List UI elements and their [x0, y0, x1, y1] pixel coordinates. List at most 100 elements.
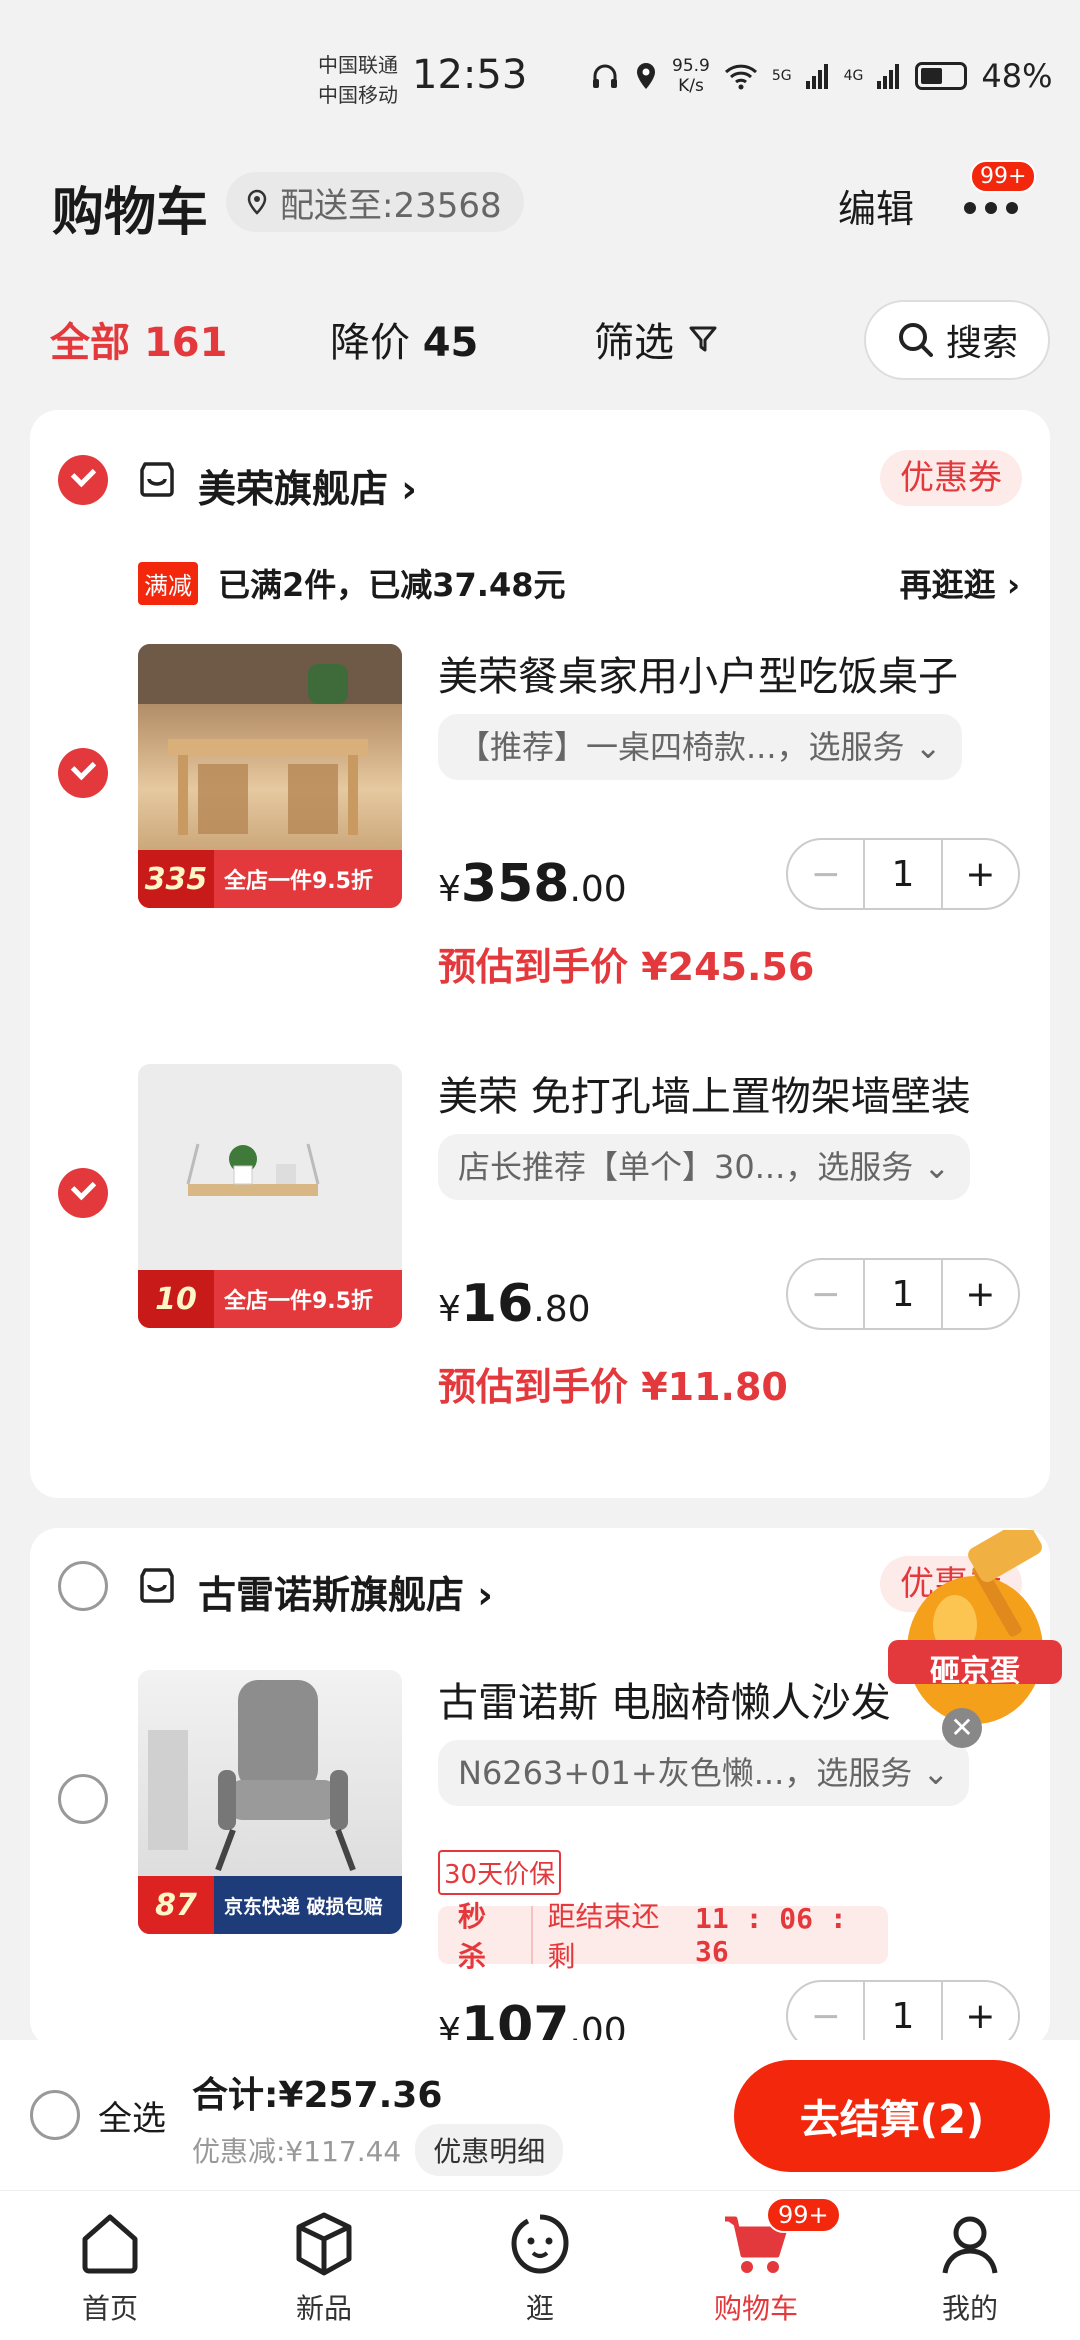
carrier-labels: 中国联通 中国移动: [318, 50, 398, 110]
cart-item: 10 全店一件9.5折 美荣 免打孔墙上置物架墙壁装 店长推荐【单个】30...…: [30, 1064, 1050, 1454]
promo-strip: 335 全店一件9.5折: [138, 850, 402, 908]
product-title[interactable]: 美荣 免打孔墙上置物架墙壁装: [438, 1064, 1028, 1122]
estimated-price: 预估到手价 ¥245.56: [438, 945, 815, 989]
delivery-address: 配送至:23568: [280, 185, 502, 226]
discount-amount: 优惠减:¥117.44: [192, 2135, 402, 2168]
tab-explore[interactable]: 逛: [470, 2209, 610, 2339]
filter-button[interactable]: 筛选: [594, 310, 718, 368]
status-bar: 中国联通 中国移动 12:53 95.9 K/s 5G 4G 48%: [0, 0, 1080, 150]
home-icon: [82, 2214, 138, 2274]
seckill-remaining-label: 距结束还剩: [547, 1900, 660, 1973]
promo-text: 已满2件，已减37.48元: [218, 566, 566, 604]
tab-price-drop[interactable]: 降价 45: [330, 310, 478, 368]
select-all-label: 全选: [98, 2098, 166, 2139]
checkout-button[interactable]: 去结算(2): [734, 2060, 1050, 2172]
coupon-button[interactable]: 优惠券: [880, 450, 1022, 506]
headphones-icon: [593, 64, 617, 88]
quantity-stepper: − 1 +: [786, 1258, 1020, 1330]
box-icon: [296, 2212, 352, 2276]
decrease-button[interactable]: −: [788, 1982, 863, 2048]
smash-egg-label: 砸京蛋: [930, 1654, 1020, 1689]
tab-all[interactable]: 全部 161: [50, 310, 227, 368]
promo-strip: 10 全店一件9.5折: [138, 1270, 402, 1328]
net-speed: 95.9 K/s: [672, 56, 710, 96]
status-icons: 95.9 K/s 5G 4G 48%: [590, 56, 1053, 96]
close-icon[interactable]: ✕: [942, 1708, 982, 1748]
spec-selector[interactable]: N6263+01+灰色懒...，选服务 ⌄: [438, 1740, 970, 1806]
increase-button[interactable]: +: [943, 840, 1018, 908]
store-checkbox[interactable]: [58, 1561, 108, 1611]
price-protect-badge: 30天价保: [438, 1850, 562, 1895]
estimated-price: 预估到手价 ¥11.80: [438, 1365, 788, 1409]
search-icon: [898, 323, 933, 357]
smash-egg-widget[interactable]: 砸京蛋 ✕: [880, 1530, 1070, 1748]
wall-shelf-image: [186, 1143, 320, 1196]
store-icon: [140, 1568, 174, 1603]
decrease-button[interactable]: −: [788, 840, 863, 908]
seckill-countdown: 11 : 06 : 36: [695, 1902, 847, 1968]
item-checkbox[interactable]: [58, 748, 108, 798]
signal-icon: [805, 64, 828, 89]
cart-count-badge: 99+: [766, 2197, 841, 2233]
filter-bar: 全部 161 降价 45 筛选 搜索: [0, 300, 1080, 380]
store-name-link[interactable]: 美荣旗舰店 ›: [198, 458, 417, 513]
spec-selector[interactable]: 店长推荐【单个】30...，选服务 ⌄: [438, 1134, 971, 1200]
more-dot-icon: [964, 202, 976, 214]
seckill-banner: 秒杀 距结束还剩 11 : 06 : 36: [438, 1900, 888, 1973]
more-dot-icon: [985, 202, 997, 214]
promo-strip: 87 京东快递 破损包赔: [138, 1876, 402, 1934]
store-checkbox[interactable]: [58, 455, 108, 505]
quantity-stepper: − 1 +: [786, 1980, 1020, 2048]
net-type-2: 4G: [843, 68, 864, 84]
cart-item: 335 全店一件9.5折 美荣餐桌家用小户型吃饭桌子 【推荐】一桌四椅款...，…: [30, 644, 1050, 1034]
clock: 12:53: [412, 52, 528, 98]
wifi-icon: [724, 64, 757, 90]
search-button[interactable]: 搜索: [864, 300, 1050, 380]
discount-detail-button[interactable]: 优惠明细: [415, 2124, 564, 2176]
seckill-label: 秒杀: [438, 1900, 534, 1973]
quantity-stepper: − 1 +: [786, 838, 1020, 910]
hammer-egg-icon: [888, 1530, 1062, 1724]
increase-button[interactable]: +: [943, 1982, 1018, 2048]
total-amount: 合计:¥257.36: [192, 2075, 443, 2116]
product-title[interactable]: 美荣餐桌家用小户型吃饭桌子: [438, 644, 1028, 702]
promo-tag: 满减: [138, 561, 198, 605]
decrease-button[interactable]: −: [788, 1260, 863, 1328]
discount-row: 优惠减:¥117.44 优惠明细: [192, 2124, 564, 2176]
signal-icon: [877, 64, 900, 89]
bottom-tab-bar: 首页 新品 逛 购物车 99+ 我的: [0, 2190, 1080, 2340]
net-type-1: 5G: [771, 68, 792, 84]
battery-icon: [915, 62, 968, 90]
quantity-value[interactable]: 1: [863, 1260, 943, 1328]
product-image[interactable]: 10 全店一件9.5折: [138, 1064, 402, 1328]
spec-selector[interactable]: 【推荐】一桌四椅款...，选服务 ⌄: [438, 714, 962, 780]
quantity-value[interactable]: 1: [863, 1982, 943, 2048]
carrier-1: 中国联通: [318, 53, 398, 77]
item-price: ¥358.00: [438, 854, 627, 914]
store-card: 美荣旗舰店 › 优惠券 满减 已满2件，已减37.48元 再逛逛 › 335 全…: [30, 410, 1050, 1498]
item-checkbox[interactable]: [58, 1168, 108, 1218]
item-checkbox[interactable]: [58, 1774, 108, 1824]
store-header: 美荣旗舰店 › 优惠券: [30, 450, 1050, 513]
carrier-2: 中国移动: [318, 83, 398, 107]
chair-image: [148, 1680, 356, 1872]
increase-button[interactable]: +: [943, 1260, 1018, 1328]
tab-home[interactable]: 首页: [40, 2209, 180, 2339]
store-name-link[interactable]: 古雷诺斯旗舰店 ›: [198, 1564, 493, 1619]
location-pin-icon: [247, 189, 267, 215]
delivery-address-button[interactable]: 配送至:23568: [226, 172, 524, 232]
funnel-icon: [689, 326, 717, 352]
quantity-value[interactable]: 1: [863, 840, 943, 908]
select-all[interactable]: 全选: [30, 2090, 166, 2140]
tab-mine[interactable]: 我的: [900, 2209, 1040, 2339]
tab-new[interactable]: 新品: [254, 2209, 394, 2339]
item-price: ¥16.80: [438, 1274, 591, 1334]
select-all-checkbox[interactable]: [30, 2090, 80, 2140]
browse-more-link[interactable]: 再逛逛 ›: [900, 560, 1020, 606]
product-image[interactable]: 335 全店一件9.5折: [138, 644, 402, 908]
location-icon: [637, 63, 655, 89]
store-icon: [140, 462, 174, 497]
product-image[interactable]: 87 京东快递 破损包赔: [138, 1670, 402, 1934]
user-icon: [942, 2216, 998, 2274]
edit-button[interactable]: 编辑: [838, 178, 914, 233]
